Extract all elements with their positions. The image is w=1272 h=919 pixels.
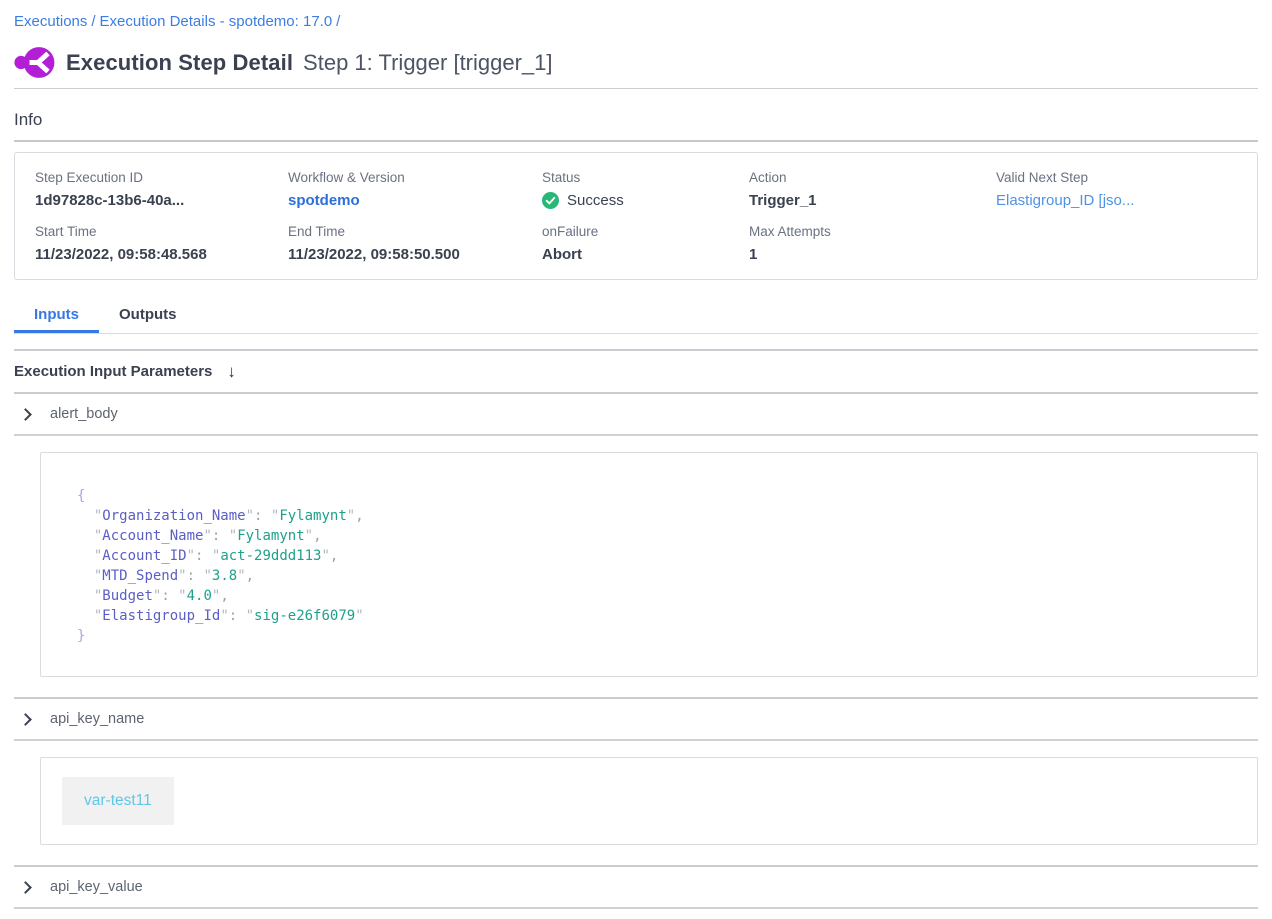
chevron-right-icon [19, 881, 32, 894]
parameters-list: alert_body { "Organization_Name": "Fylamy… [14, 394, 1258, 909]
info-grid: Step Execution ID 1d97828c-13b6-40a...Wor… [35, 170, 1247, 263]
page-title: Execution Step Detail [66, 50, 293, 76]
tab-outputs[interactable]: Outputs [99, 300, 197, 333]
param-json-panel: { "Organization_Name": "Fylamynt", "Acco… [40, 452, 1258, 677]
page-header: Execution Step Detail Step 1: Trigger [t… [14, 46, 1258, 79]
page-subtitle: Step 1: Trigger [trigger_1] [303, 50, 552, 76]
fylamynt-logo-icon [14, 46, 55, 79]
info-field-value[interactable]: Elastigroup_ID [jso... [996, 192, 1247, 209]
info-field-value: 1 [749, 246, 996, 263]
info-field-label: Start Time [35, 224, 288, 239]
info-field-status: Status Success [542, 170, 749, 209]
param-value-panel: var-test11 [40, 757, 1258, 845]
info-field-value: 1d97828c-13b6-40a... [35, 192, 288, 209]
param-name: api_key_name [50, 711, 144, 727]
param-row-alert_body[interactable]: alert_body [14, 394, 1258, 436]
json-code-block: { "Organization_Name": "Fylamynt", "Acco… [77, 486, 1237, 646]
info-field-label: Status [542, 170, 749, 185]
collapse-all-arrow-icon[interactable]: ↓ [227, 362, 236, 382]
info-field-value: Abort [542, 246, 749, 263]
status-badge: Success [567, 192, 624, 209]
info-card: Step Execution ID 1d97828c-13b6-40a...Wor… [14, 152, 1258, 280]
param-row-api_key_name[interactable]: api_key_name [14, 699, 1258, 741]
info-field-action: Action Trigger_1 [749, 170, 996, 209]
info-field-end-time: End Time 11/23/2022, 09:58:50.500 [288, 224, 542, 263]
breadcrumb-separator: / [332, 13, 344, 30]
success-check-icon [542, 192, 559, 209]
info-field-value: 11/23/2022, 09:58:48.568 [35, 246, 288, 263]
header-divider [14, 88, 1258, 89]
breadcrumb: Executions/Execution Details - spotdemo:… [14, 0, 1258, 31]
info-field-label: End Time [288, 224, 542, 239]
info-field-label: Step Execution ID [35, 170, 288, 185]
info-field-label: Action [749, 170, 996, 185]
chevron-right-icon [19, 713, 32, 726]
param-name: api_key_value [50, 879, 143, 895]
info-divider [14, 140, 1258, 142]
info-field-valid-next-step: Valid Next Step Elastigroup_ID [jso... [996, 170, 1247, 209]
params-header-label: Execution Input Parameters [14, 363, 212, 380]
params-header: Execution Input Parameters ↓ [14, 351, 1258, 394]
status-value: Success [542, 192, 749, 209]
info-field-label: Workflow & Version [288, 170, 542, 185]
info-field-value: 11/23/2022, 09:58:50.500 [288, 246, 542, 263]
info-field-workflow-version: Workflow & Version spotdemo [288, 170, 542, 209]
breadcrumb-link[interactable]: Execution Details - spotdemo: 17.0 [100, 13, 333, 30]
info-field-label: Max Attempts [749, 224, 996, 239]
info-section-heading: Info [14, 110, 1258, 130]
breadcrumb-link[interactable]: Executions [14, 13, 87, 30]
breadcrumb-separator: / [87, 13, 99, 30]
info-field-step-execution-id: Step Execution ID 1d97828c-13b6-40a... [35, 170, 288, 209]
info-field-label: Valid Next Step [996, 170, 1247, 185]
info-field-value[interactable]: spotdemo [288, 192, 542, 209]
chevron-right-icon [19, 408, 32, 421]
info-field-max-attempts: Max Attempts 1 [749, 224, 996, 263]
info-field-onfailure: onFailure Abort [542, 224, 749, 263]
param-value-badge: var-test11 [62, 777, 174, 825]
info-field-start-time: Start Time 11/23/2022, 09:58:48.568 [35, 224, 288, 263]
tab-bar: InputsOutputs [14, 300, 1258, 334]
info-field-label: onFailure [542, 224, 749, 239]
param-row-api_key_value[interactable]: api_key_value [14, 867, 1258, 909]
tab-inputs[interactable]: Inputs [14, 300, 99, 333]
info-field-value: Trigger_1 [749, 192, 996, 209]
param-name: alert_body [50, 406, 118, 422]
